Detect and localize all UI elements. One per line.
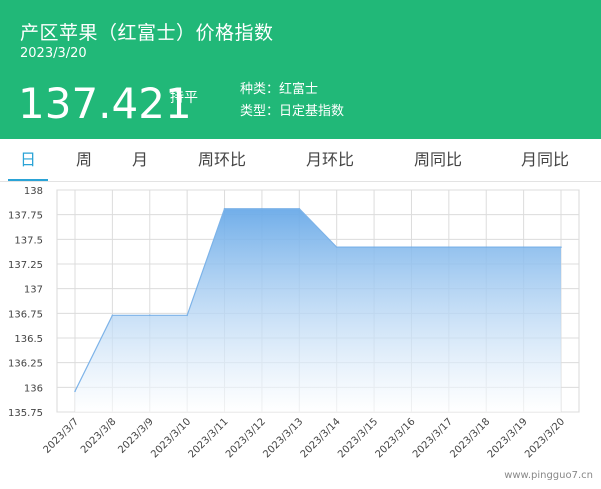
y-tick-label: 137.25 xyxy=(8,260,43,271)
y-tick-label: 136.25 xyxy=(8,359,43,370)
data-point xyxy=(335,246,338,248)
x-tick-label: 2023/3/20 xyxy=(523,416,567,460)
data-point xyxy=(223,207,226,210)
data-point xyxy=(74,390,76,393)
tab-week-year-over-year[interactable]: 周同比 xyxy=(406,139,470,181)
tab-day[interactable]: 日 xyxy=(8,139,48,181)
data-point xyxy=(448,246,450,248)
data-point xyxy=(373,246,375,248)
price-value: 137.421 xyxy=(18,79,192,128)
page-title: 产区苹果（红富士）价格指数 xyxy=(20,22,274,44)
data-point xyxy=(298,207,301,210)
data-point xyxy=(410,246,413,248)
x-axis-ticks: 2023/3/72023/3/82023/3/92023/3/102023/3/… xyxy=(42,416,568,460)
x-tick-label: 2023/3/8 xyxy=(79,416,119,456)
trend-label: 持平 xyxy=(170,90,198,106)
y-tick-label: 136.5 xyxy=(14,334,43,345)
data-point xyxy=(485,246,488,248)
tab-month-year-over-year[interactable]: 月同比 xyxy=(513,139,577,181)
data-point xyxy=(111,314,114,317)
price-index-chart: 135.75 136 136.25 136.5 136.75 137 137.25 137.5… xyxy=(8,186,580,460)
y-tick-label: 135.75 xyxy=(8,408,43,419)
data-point xyxy=(186,314,188,317)
y-tick-label: 136.75 xyxy=(8,309,43,320)
data-point xyxy=(261,207,263,210)
y-tick-label: 138 xyxy=(24,186,43,197)
period-tabs: 日 周 月 周环比 月环比 周同比 月同比 xyxy=(0,139,601,182)
type-label: 类型：日定基指数 xyxy=(240,104,345,119)
y-tick-label: 137.75 xyxy=(8,211,43,222)
date-label: 2023/3/20 xyxy=(20,46,87,61)
tab-month[interactable]: 月 xyxy=(122,139,158,181)
tab-month-over-month[interactable]: 月环比 xyxy=(298,139,362,181)
x-tick-label: 2023/3/9 xyxy=(116,416,156,456)
y-tick-label: 136 xyxy=(24,383,43,394)
data-point xyxy=(560,246,562,248)
site-watermark: www.pingguo7.cn xyxy=(504,470,593,481)
data-point xyxy=(522,246,525,248)
y-tick-label: 137 xyxy=(24,285,43,296)
tab-week-over-week[interactable]: 周环比 xyxy=(190,139,254,181)
y-axis-ticks: 135.75 136 136.25 136.5 136.75 137 137.25 137.5… xyxy=(8,186,43,419)
price-header: 产区苹果（红富士）价格指数 2023/3/20 137.421 持平 种类：红富… xyxy=(0,0,601,139)
tab-week[interactable]: 周 xyxy=(66,139,102,181)
variety-label: 种类：红富士 xyxy=(240,82,319,97)
y-tick-label: 137.5 xyxy=(14,235,43,246)
data-point xyxy=(148,314,151,317)
x-tick-label: 2023/3/7 xyxy=(42,416,82,456)
